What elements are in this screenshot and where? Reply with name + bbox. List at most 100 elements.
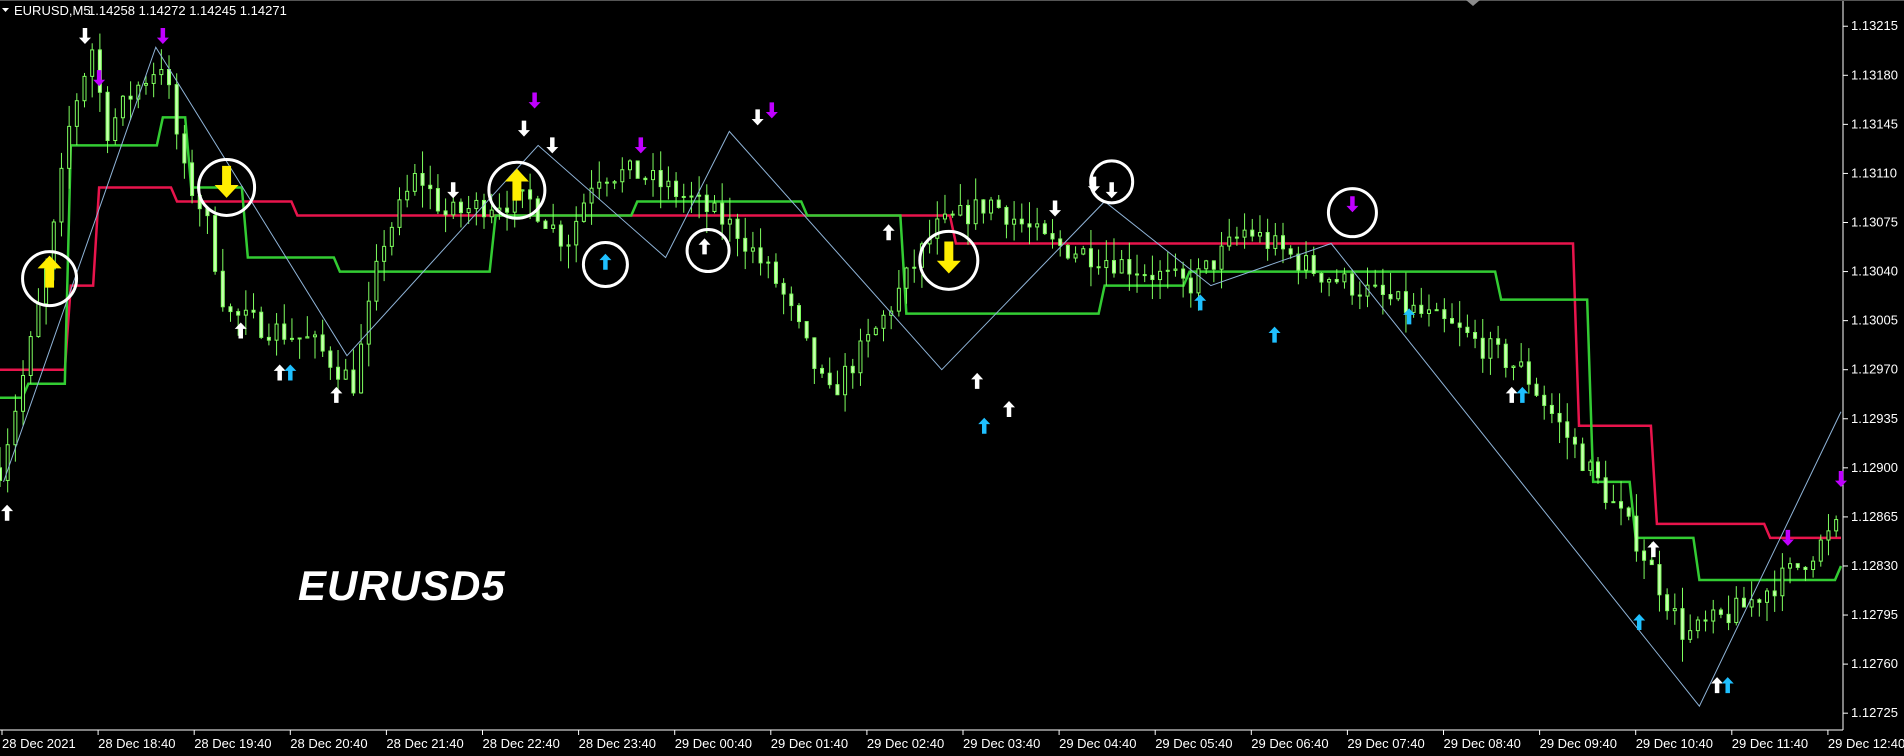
candle-body — [236, 311, 241, 316]
candle-body — [359, 343, 364, 394]
candle-body — [374, 260, 379, 302]
candle-body — [1572, 436, 1577, 445]
candle-body — [67, 125, 72, 169]
price-tick-label: 1.13040 — [1851, 264, 1898, 279]
candle-body — [1711, 609, 1716, 622]
candle-body — [1818, 539, 1823, 562]
candle-body — [90, 49, 95, 77]
time-tick-label: 28 Dec 18:40 — [98, 736, 175, 751]
candle-body — [743, 237, 748, 252]
candle-body — [1703, 619, 1708, 622]
price-tick-label: 1.12900 — [1851, 460, 1898, 475]
candle-body — [1165, 269, 1170, 272]
candle-body — [1304, 255, 1309, 271]
candle-body — [412, 172, 417, 192]
candle-body — [1788, 563, 1793, 569]
candle-body — [1580, 443, 1585, 471]
price-tick-label: 1.13215 — [1851, 18, 1898, 33]
candle-body — [566, 244, 571, 247]
candle-body — [151, 74, 156, 84]
candle-body — [167, 69, 172, 86]
candle-body — [1211, 260, 1216, 270]
candle-body — [1542, 394, 1547, 406]
candle-body — [1557, 412, 1562, 423]
candle-body — [1511, 365, 1516, 368]
candle-body — [781, 282, 786, 295]
time-tick-label: 29 Dec 10:40 — [1636, 736, 1713, 751]
candle-body — [1250, 229, 1255, 237]
candle-body — [1780, 567, 1785, 597]
candle-body — [343, 369, 348, 380]
candle-body — [220, 270, 225, 308]
candle-body — [305, 336, 310, 339]
time-tick-label: 29 Dec 06:40 — [1251, 736, 1328, 751]
ohlc-values: 1.14258 1.14272 1.14245 1.14271 — [88, 3, 287, 18]
candle-body — [1411, 304, 1416, 313]
candle-body — [443, 210, 448, 216]
candle-body — [1350, 273, 1355, 296]
candle-body — [1319, 272, 1324, 283]
candle-body — [750, 247, 755, 252]
candle-body — [1388, 294, 1393, 300]
price-tick-label: 1.12725 — [1851, 705, 1898, 720]
candle-body — [835, 384, 840, 396]
candle-body — [697, 194, 702, 197]
candle-body — [21, 374, 26, 412]
candle-body — [28, 336, 33, 376]
candle-body — [1626, 507, 1631, 517]
candle-body — [259, 311, 264, 338]
price-chart[interactable]: 1.13215 1.13180 1.13145 1.13110 1.13075 1.130… — [0, 0, 1904, 756]
price-tick-label: 1.13145 — [1851, 116, 1898, 131]
candle-body — [466, 208, 471, 214]
candle-body — [1811, 560, 1816, 571]
candle-body — [643, 177, 648, 181]
time-tick-label: 29 Dec 04:40 — [1059, 736, 1136, 751]
candle-body — [1503, 343, 1508, 368]
candle-body — [505, 207, 510, 213]
candle-body — [635, 160, 640, 179]
candle-body — [581, 202, 586, 222]
candle-body — [213, 215, 218, 272]
candle-body — [1457, 322, 1462, 328]
candle-body — [1826, 530, 1831, 541]
candle-body — [958, 204, 963, 216]
candle-body — [1081, 248, 1086, 255]
candle-body — [1795, 563, 1800, 568]
candle-body — [1334, 278, 1339, 283]
price-tick-label: 1.12760 — [1851, 656, 1898, 671]
candle-body — [843, 365, 848, 396]
candle-body — [604, 181, 609, 184]
candle-body — [1419, 304, 1424, 314]
candle-body — [1111, 260, 1116, 274]
candle-body — [1219, 245, 1224, 270]
candle-body — [74, 100, 79, 127]
candle-body — [658, 170, 663, 188]
candle-body — [996, 199, 1001, 208]
candle-body — [558, 224, 563, 247]
time-tick-label: 28 Dec 22:40 — [483, 736, 560, 751]
candle-body — [1158, 270, 1163, 281]
candle-body — [727, 218, 732, 225]
candle-body — [1426, 309, 1431, 314]
time-tick-label: 29 Dec 08:40 — [1444, 736, 1521, 751]
time-tick-label: 29 Dec 00:40 — [675, 736, 752, 751]
candle-body — [320, 334, 325, 352]
candle-body — [1757, 599, 1762, 603]
candle-body — [1741, 597, 1746, 608]
candle-body — [689, 195, 694, 198]
candle-body — [328, 350, 333, 368]
candle-body — [1488, 338, 1493, 359]
candle-body — [389, 226, 394, 247]
candle-body — [1019, 218, 1024, 225]
candle-body — [1603, 477, 1608, 503]
candle-body — [850, 365, 855, 374]
candle-body — [1734, 597, 1739, 624]
candle-body — [1173, 268, 1178, 271]
candle-body — [128, 95, 133, 100]
candle-body — [1027, 223, 1032, 228]
price-tick-label: 1.13005 — [1851, 313, 1898, 328]
candle-body — [1181, 268, 1186, 279]
candle-body — [228, 306, 233, 313]
candle-body — [973, 199, 978, 225]
candle-body — [1227, 236, 1232, 247]
